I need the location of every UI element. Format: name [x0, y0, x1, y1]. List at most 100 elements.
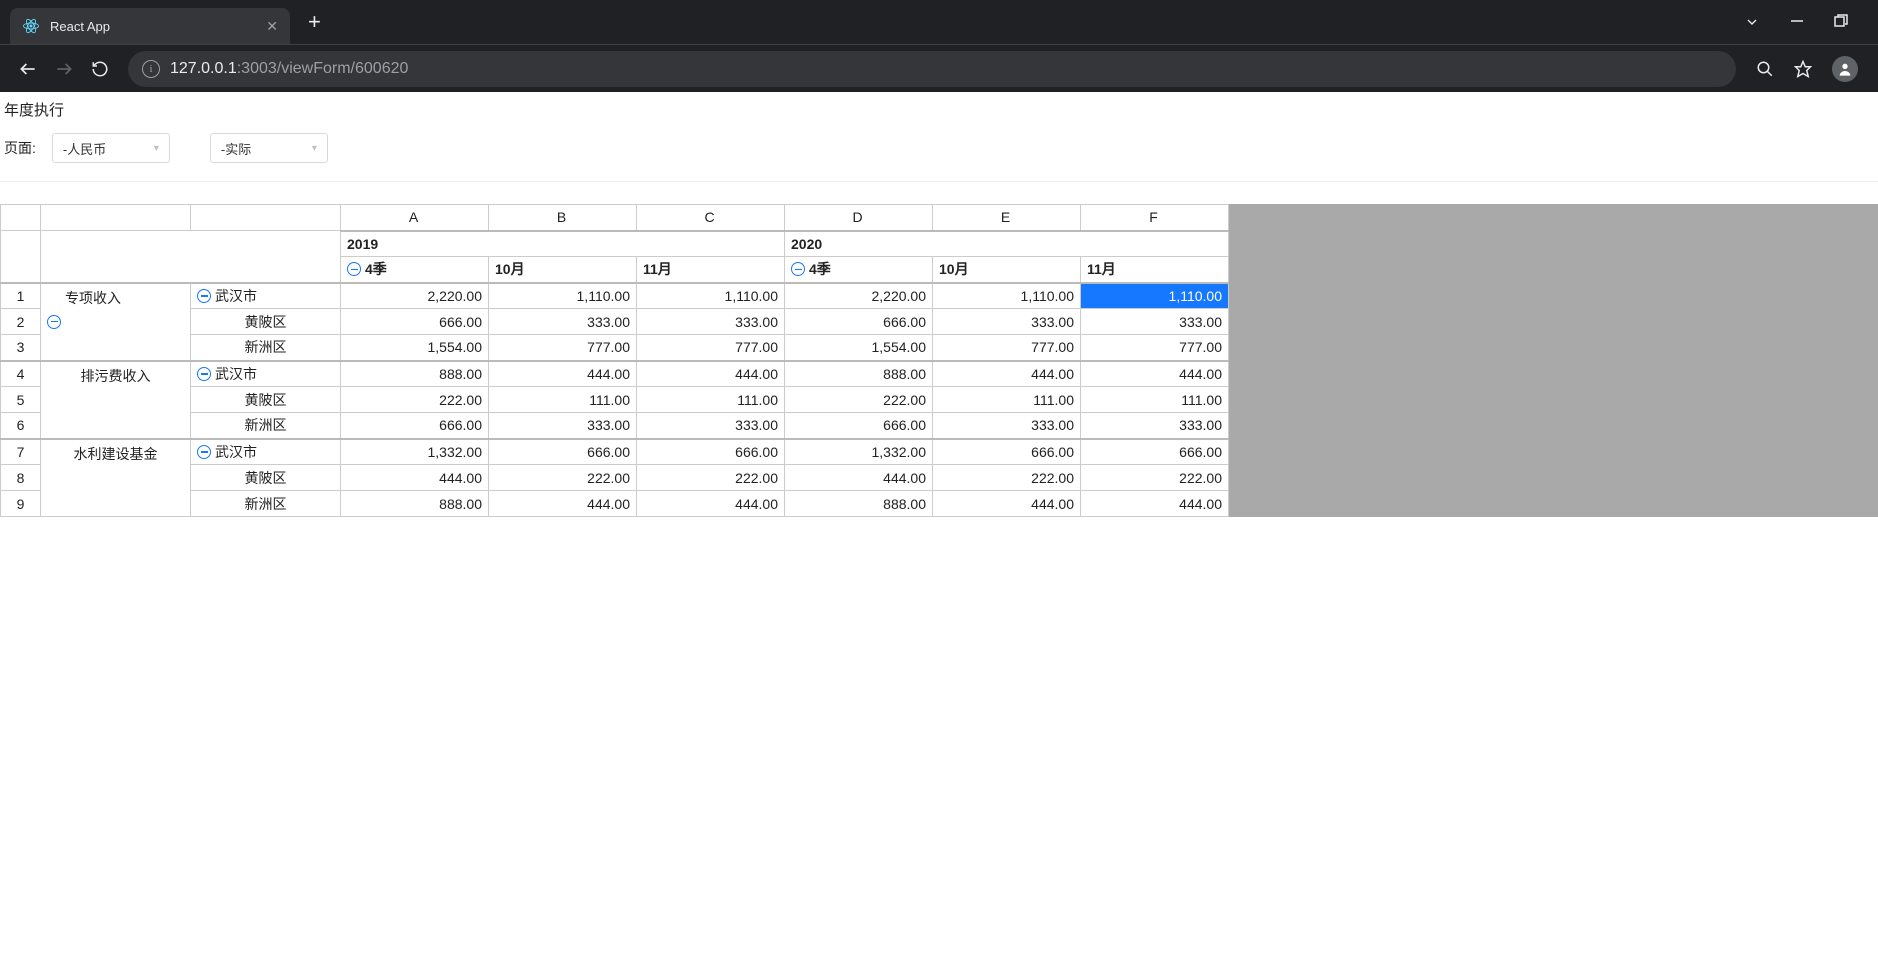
data-cell[interactable]: 444.00 — [489, 361, 637, 387]
data-cell[interactable]: 777.00 — [489, 335, 637, 361]
row-number[interactable]: 2 — [1, 309, 41, 335]
data-cell[interactable]: 444.00 — [933, 361, 1081, 387]
row-number[interactable]: 9 — [1, 491, 41, 517]
grid-table[interactable]: A B C D E F 2019 2020 4季 10月 11月 4季 10月 — [0, 204, 1229, 517]
city-cell[interactable]: 新洲区 — [191, 413, 341, 439]
month-header[interactable]: 10月 — [489, 257, 637, 283]
maximize-icon[interactable] — [1834, 14, 1848, 30]
browser-tab[interactable]: React App ✕ — [10, 8, 290, 44]
month-header[interactable]: 11月 — [637, 257, 785, 283]
col-letter[interactable]: C — [637, 205, 785, 231]
data-cell[interactable]: 333.00 — [933, 309, 1081, 335]
table-row[interactable]: 1 专项收入 武汉市 2,220.00 1,110.00 1,110.00 2,… — [1, 283, 1229, 309]
data-cell[interactable]: 777.00 — [933, 335, 1081, 361]
year-header[interactable]: 2019 — [341, 231, 785, 257]
site-info-icon[interactable]: i — [142, 60, 160, 78]
data-cell[interactable]: 222.00 — [933, 465, 1081, 491]
data-cell[interactable]: 444.00 — [637, 491, 785, 517]
collapse-icon[interactable] — [197, 445, 211, 459]
table-row[interactable]: 7 水利建设基金 武汉市 1,332.00 666.00 666.00 1,33… — [1, 439, 1229, 465]
data-cell[interactable]: 111.00 — [1081, 387, 1229, 413]
data-cell[interactable]: 666.00 — [637, 439, 785, 465]
data-cell[interactable]: 666.00 — [785, 413, 933, 439]
city-cell[interactable]: 武汉市 — [191, 361, 341, 387]
data-cell-selected[interactable]: 1,110.00 — [1081, 283, 1229, 309]
data-cell[interactable]: 666.00 — [341, 413, 489, 439]
city-cell[interactable]: 黄陂区 — [191, 465, 341, 491]
data-cell[interactable]: 222.00 — [341, 387, 489, 413]
data-cell[interactable]: 666.00 — [341, 309, 489, 335]
data-cell[interactable]: 111.00 — [489, 387, 637, 413]
col-letter[interactable]: B — [489, 205, 637, 231]
data-cell[interactable]: 333.00 — [933, 413, 1081, 439]
data-cell[interactable]: 777.00 — [1081, 335, 1229, 361]
row-number[interactable]: 5 — [1, 387, 41, 413]
star-icon[interactable] — [1794, 60, 1812, 78]
data-cell[interactable]: 2,220.00 — [785, 283, 933, 309]
data-cell[interactable]: 888.00 — [785, 491, 933, 517]
data-cell[interactable]: 666.00 — [1081, 439, 1229, 465]
city-cell[interactable]: 武汉市 — [191, 439, 341, 465]
quarter-header[interactable]: 4季 — [785, 257, 933, 283]
table-row[interactable]: 4 排污费收入 武汉市 888.00 444.00 444.00 888.00 … — [1, 361, 1229, 387]
data-cell[interactable]: 333.00 — [489, 413, 637, 439]
quarter-header[interactable]: 4季 — [341, 257, 489, 283]
data-cell[interactable]: 333.00 — [1081, 413, 1229, 439]
row-number[interactable]: 8 — [1, 465, 41, 491]
data-cell[interactable]: 888.00 — [785, 361, 933, 387]
data-cell[interactable]: 111.00 — [933, 387, 1081, 413]
col-letter[interactable]: A — [341, 205, 489, 231]
data-cell[interactable]: 444.00 — [785, 465, 933, 491]
data-cell[interactable]: 1,554.00 — [341, 335, 489, 361]
category-cell[interactable]: 水利建设基金 — [41, 439, 191, 517]
data-cell[interactable]: 444.00 — [933, 491, 1081, 517]
row-number[interactable]: 7 — [1, 439, 41, 465]
month-header[interactable]: 10月 — [933, 257, 1081, 283]
data-cell[interactable]: 1,110.00 — [933, 283, 1081, 309]
data-cell[interactable]: 444.00 — [489, 491, 637, 517]
data-cell[interactable]: 1,110.00 — [489, 283, 637, 309]
col-letter[interactable]: E — [933, 205, 1081, 231]
row-number[interactable]: 4 — [1, 361, 41, 387]
data-cell[interactable]: 2,220.00 — [341, 283, 489, 309]
data-cell[interactable]: 111.00 — [637, 387, 785, 413]
data-cell[interactable]: 222.00 — [489, 465, 637, 491]
collapse-icon[interactable] — [197, 367, 211, 381]
row-number[interactable]: 1 — [1, 283, 41, 309]
data-cell[interactable]: 777.00 — [637, 335, 785, 361]
scenario-select[interactable]: -实际 ▾ — [210, 133, 328, 163]
row-number[interactable]: 6 — [1, 413, 41, 439]
city-cell[interactable]: 黄陂区 — [191, 387, 341, 413]
data-cell[interactable]: 666.00 — [785, 309, 933, 335]
data-cell[interactable]: 444.00 — [1081, 361, 1229, 387]
chevron-down-icon[interactable] — [1744, 14, 1760, 30]
col-letter[interactable]: D — [785, 205, 933, 231]
data-cell[interactable]: 444.00 — [341, 465, 489, 491]
reload-button[interactable] — [82, 51, 118, 87]
data-cell[interactable]: 222.00 — [785, 387, 933, 413]
data-cell[interactable]: 333.00 — [489, 309, 637, 335]
data-cell[interactable]: 222.00 — [1081, 465, 1229, 491]
row-number[interactable]: 3 — [1, 335, 41, 361]
data-cell[interactable]: 666.00 — [489, 439, 637, 465]
collapse-icon[interactable] — [347, 262, 361, 276]
data-cell[interactable]: 888.00 — [341, 361, 489, 387]
month-header[interactable]: 11月 — [1081, 257, 1229, 283]
data-cell[interactable]: 444.00 — [1081, 491, 1229, 517]
data-cell[interactable]: 333.00 — [1081, 309, 1229, 335]
col-letter[interactable]: F — [1081, 205, 1229, 231]
city-cell[interactable]: 黄陂区 — [191, 309, 341, 335]
close-tab-icon[interactable]: ✕ — [266, 18, 278, 35]
minimize-icon[interactable] — [1790, 14, 1804, 30]
data-cell[interactable]: 888.00 — [341, 491, 489, 517]
forward-button[interactable] — [46, 51, 82, 87]
collapse-icon[interactable] — [47, 315, 61, 329]
new-tab-button[interactable]: + — [308, 9, 321, 35]
currency-select[interactable]: -人民币 ▾ — [52, 133, 170, 163]
data-cell[interactable]: 333.00 — [637, 413, 785, 439]
year-header[interactable]: 2020 — [785, 231, 1229, 257]
data-cell[interactable]: 666.00 — [933, 439, 1081, 465]
category-cell[interactable]: 排污费收入 — [41, 361, 191, 439]
category-cell[interactable]: 专项收入 — [41, 283, 191, 361]
city-cell[interactable]: 新洲区 — [191, 335, 341, 361]
